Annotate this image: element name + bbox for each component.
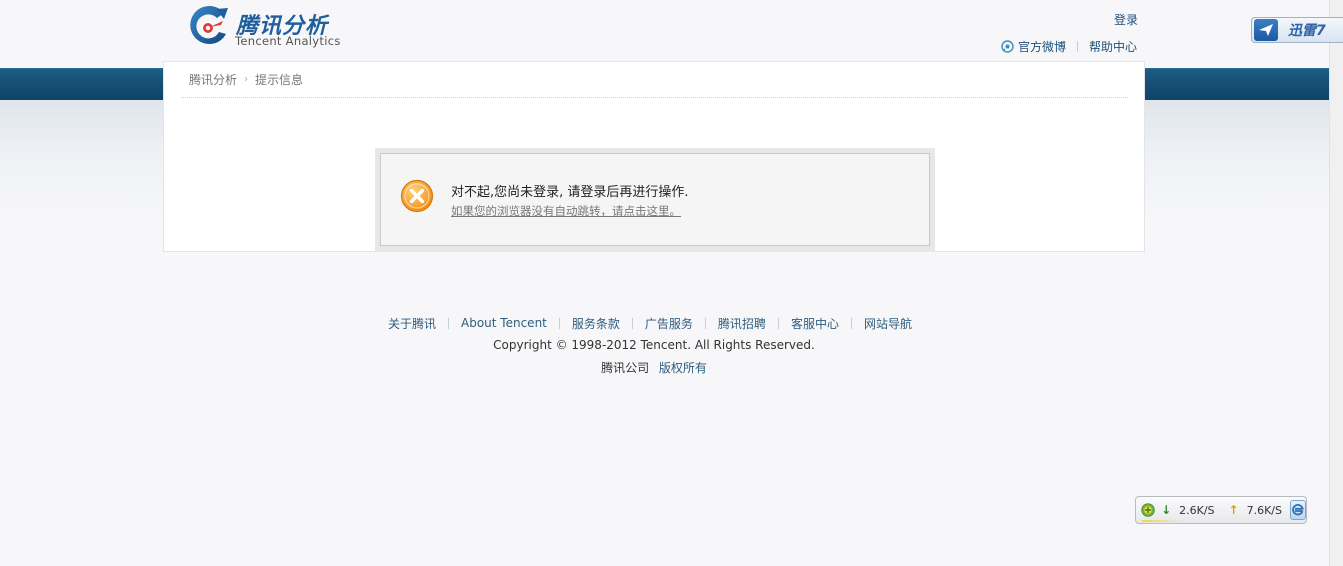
breadcrumb-separator: › — [244, 74, 249, 85]
message-box-inner: 对不起,您尚未登录, 请登录后再进行操作. 如果您的浏览器没有自动跳转，请点击这… — [380, 153, 930, 246]
footer-divider — [777, 317, 779, 329]
accelerator-ball-icon — [1141, 503, 1155, 517]
footer-links: 关于腾讯 About Tencent 服务条款 广告服务 腾讯招聘 客服中心 网… — [388, 315, 912, 331]
footer-link-terms[interactable]: 服务条款 — [572, 315, 620, 332]
top-nav: 官方微博 帮助中心 — [1001, 38, 1137, 54]
footer-link-about-cn[interactable]: 关于腾讯 — [388, 315, 436, 332]
footer-divider — [448, 317, 450, 329]
breadcrumb-current: 提示信息 — [255, 73, 304, 87]
weibo-icon — [1001, 39, 1014, 53]
ie-icon[interactable] — [1290, 500, 1306, 520]
upload-arrow-icon: ↑ — [1228, 503, 1239, 517]
footer-link-sitemap[interactable]: 网站导航 — [864, 315, 912, 332]
speed-bar — [1142, 520, 1182, 522]
help-center-link[interactable]: 帮助中心 — [1089, 38, 1137, 55]
vertical-scrollbar[interactable] — [1329, 0, 1343, 566]
redirect-link[interactable]: 如果您的浏览器没有自动跳转，请点击这里。 — [451, 203, 681, 219]
breadcrumb-home[interactable]: 腾讯分析 — [189, 71, 237, 88]
footer-divider — [558, 317, 560, 329]
download-speed: 2.6K/S — [1179, 503, 1215, 517]
rights-link[interactable]: 版权所有 — [659, 361, 707, 375]
footer-link-about-en[interactable]: About Tencent — [461, 316, 547, 330]
footer-divider — [850, 317, 852, 329]
nav-divider — [1077, 40, 1079, 52]
tencent-analytics-logo-icon — [190, 5, 228, 44]
footer-divider — [631, 317, 633, 329]
xunlei-bird-icon — [1254, 19, 1278, 41]
breadcrumb: 腾讯分析 › 提示信息 — [181, 62, 1128, 98]
speed-meter-widget[interactable]: ↓ 2.6K/S ↑ 7.6K/S — [1135, 496, 1307, 524]
error-close-icon — [400, 179, 434, 213]
official-weibo-link[interactable]: 官方微博 — [1018, 38, 1066, 55]
message-box: 对不起,您尚未登录, 请登录后再进行操作. 如果您的浏览器没有自动跳转，请点击这… — [375, 148, 935, 252]
footer-divider — [704, 317, 706, 329]
logo[interactable]: 腾讯分析 Tencent Analytics — [186, 4, 356, 52]
footer-link-ads[interactable]: 广告服务 — [645, 315, 693, 332]
download-arrow-icon: ↓ — [1161, 503, 1172, 517]
footer-link-support[interactable]: 客服中心 — [791, 315, 839, 332]
footer-link-jobs[interactable]: 腾讯招聘 — [718, 315, 766, 332]
xunlei-label: 迅雷7 — [1288, 23, 1326, 39]
upload-speed: 7.6K/S — [1246, 503, 1282, 517]
company-line: 腾讯公司 版权所有 — [0, 359, 1308, 376]
message-title: 对不起,您尚未登录, 请登录后再进行操作. — [451, 185, 689, 200]
company-name: 腾讯公司 — [601, 361, 650, 375]
main-panel: 腾讯分析 › 提示信息 对不起,您尚未登录, 请登录后再进行操作. 如果您的浏览… — [163, 61, 1145, 252]
login-link[interactable]: 登录 — [1114, 11, 1138, 28]
logo-title-en: Tencent Analytics — [235, 34, 341, 48]
xunlei-badge[interactable]: 迅雷7 — [1251, 17, 1343, 43]
copyright: Copyright © 1998-2012 Tencent. All Right… — [493, 338, 815, 352]
